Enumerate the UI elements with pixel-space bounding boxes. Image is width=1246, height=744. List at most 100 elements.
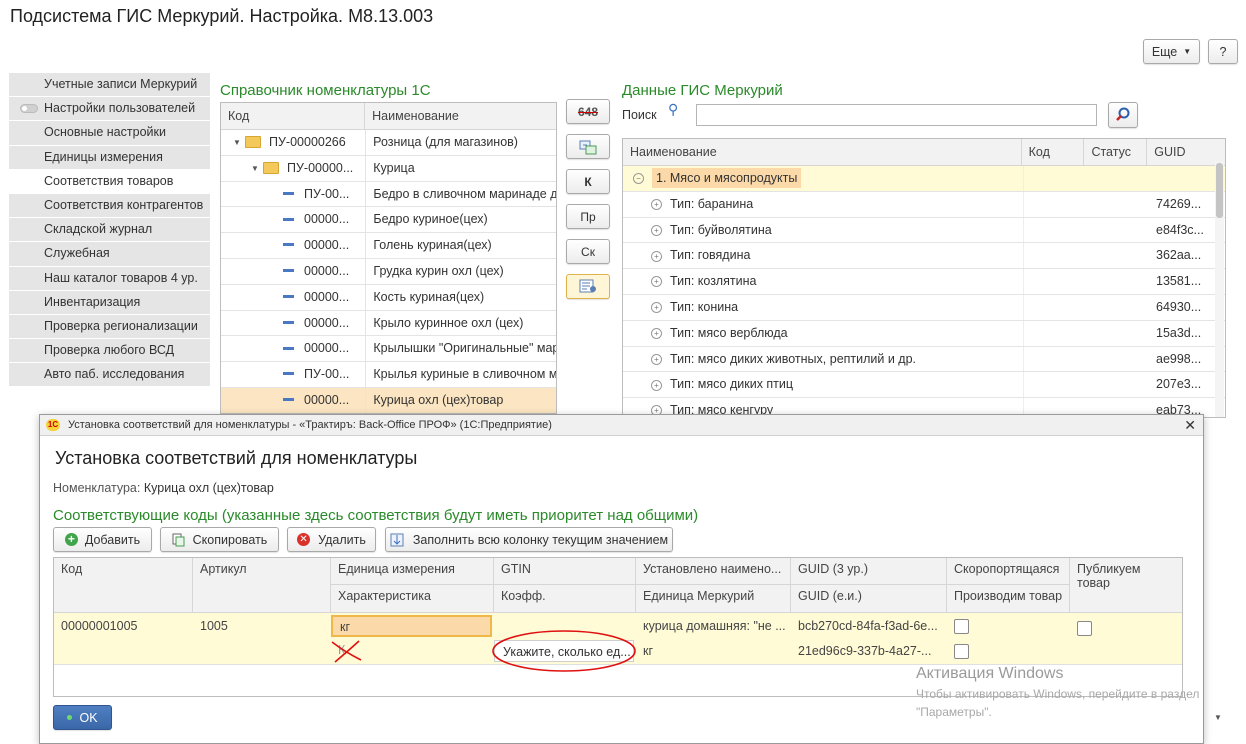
col-perishable-header: Скоропортящаяся — [954, 562, 1060, 576]
table-row[interactable]: 00000... Бедро куриное(цех) — [221, 207, 556, 234]
row-name-cell: + Тип: говядина — [623, 243, 1023, 268]
table-row[interactable]: ПУ-00... Бедро в сливочном маринаде д — [221, 181, 556, 208]
expand-icon[interactable]: ▼ — [233, 130, 245, 155]
sidebar-item[interactable]: Основные настройки — [9, 121, 210, 146]
copy-button[interactable]: Скопировать — [160, 527, 279, 552]
row-name: Крыло куринное охл (цех) — [365, 310, 556, 336]
close-icon[interactable]: ✕ — [1184, 415, 1196, 435]
expand-icon[interactable]: + — [651, 276, 662, 288]
row-name-cell: + Тип: мясо диких птиц — [623, 372, 1023, 397]
row-name-cell: + Тип: мясо верблюда — [623, 321, 1023, 346]
fill-column-button[interactable]: Заполнить всю колонку текущим значением — [385, 527, 673, 552]
table-row[interactable]: 00000... Кость куриная(цех) — [221, 284, 556, 311]
sidebar-item[interactable]: Наш каталог товаров 4 ур. — [9, 266, 210, 291]
perishable-checkbox[interactable] — [954, 619, 969, 634]
row-name: Курица — [365, 155, 556, 181]
collapse-icon[interactable]: − — [633, 173, 644, 185]
table-row[interactable]: ПУ-00... Крылья куриные в сливочном ма — [221, 362, 556, 388]
k-button[interactable]: К — [566, 169, 610, 194]
table-row[interactable]: + Тип: мясо верблюда 15a3d... — [623, 320, 1225, 347]
expand-icon[interactable]: + — [651, 327, 662, 339]
sidebar-item[interactable]: Настройки пользователей — [9, 97, 210, 122]
ok-label: OK — [79, 710, 98, 725]
table-row[interactable]: ▼ ПУ-00000... Курица — [221, 155, 556, 182]
list-settings-button[interactable] — [566, 274, 610, 299]
ok-dot-icon — [67, 715, 73, 720]
row-name-cell: + Тип: буйволятина — [623, 218, 1023, 243]
exchange-button[interactable] — [566, 134, 610, 159]
table-row[interactable]: + Тип: конина 64930... — [623, 294, 1225, 321]
expand-icon[interactable]: + — [651, 379, 662, 391]
expand-icon[interactable]: ▼ — [251, 156, 263, 181]
row-name: Крылья куриные в сливочном ма — [365, 362, 556, 387]
col-code-header: Код — [221, 103, 366, 129]
sidebar-item[interactable]: Проверка регионализации — [9, 314, 210, 340]
1c-logo: 1С — [46, 419, 60, 431]
table-row[interactable]: 00000... Грудка курин охл (цех) — [221, 258, 556, 285]
table-row[interactable]: ▼ ПУ-00000266 Розница (для магазинов) — [221, 130, 556, 156]
table-row[interactable]: + Тип: баранина 74269... — [623, 191, 1225, 218]
search-input[interactable] — [696, 104, 1097, 126]
sk-button[interactable]: Ск — [566, 239, 610, 264]
expand-icon[interactable]: + — [651, 302, 662, 314]
sidebar-item[interactable]: Проверка любого ВСД — [9, 339, 210, 364]
copy-label: Скопировать — [192, 532, 268, 547]
expand-icon[interactable]: + — [651, 353, 662, 365]
item-icon — [283, 217, 294, 221]
expand-icon[interactable]: + — [651, 250, 662, 262]
publish-checkbox[interactable] — [1077, 621, 1092, 636]
col-gtin-header: GTIN — [501, 562, 531, 576]
table-row[interactable]: 00000... Курица охл (цех)товар — [221, 387, 556, 413]
sidebar-item[interactable]: Единицы измерения — [9, 145, 210, 170]
sidebar-item[interactable]: Складской журнал — [9, 218, 210, 243]
add-button[interactable]: + Добавить — [53, 527, 152, 552]
table-row[interactable]: 00000... Крылышки "Оригинальные" мар — [221, 336, 556, 363]
chevron-down-icon: ▼ — [1183, 47, 1192, 56]
scrollbar[interactable] — [1215, 161, 1224, 417]
table-row[interactable]: −1. Мясо и мясопродукты — [623, 166, 1225, 192]
row-name: Кость куриная(цех) — [365, 284, 556, 310]
row-guid: 74269... — [1156, 196, 1202, 211]
scrollbar-thumb[interactable] — [1216, 163, 1223, 218]
row-name-cell: + Тип: конина — [623, 295, 1023, 320]
sidebar-item-label: Единицы измерения — [44, 149, 163, 164]
item-icon — [283, 372, 294, 376]
table-row[interactable]: + Тип: козлятина 13581... — [623, 269, 1225, 295]
scroll-down-icon[interactable]: ▼ — [1214, 713, 1222, 722]
pr-button[interactable]: Пр — [566, 204, 610, 229]
sidebar-item[interactable]: Инвентаризация — [9, 290, 210, 315]
col-coef-header: Коэфф. — [501, 589, 546, 603]
col-unit-header: Единица измерения — [338, 562, 455, 576]
ok-button[interactable]: OK — [53, 705, 112, 730]
help-button[interactable]: ? — [1208, 39, 1238, 64]
sidebar-item[interactable]: Соответствия контрагентов — [9, 193, 210, 219]
sidebar-item[interactable]: Соответствия товаров — [9, 169, 210, 194]
table-row[interactable]: + Тип: мясо диких птиц 207e3... — [623, 372, 1225, 399]
row-unit-field[interactable]: кг — [331, 615, 492, 637]
col-status-header: Статус — [1084, 139, 1148, 165]
row-code: 00000... — [304, 341, 350, 356]
col-characteristic-header: Характеристика — [338, 589, 431, 603]
table-row[interactable]: 00000... Голень куриная(цех) — [221, 233, 556, 259]
search-button[interactable] — [1108, 102, 1138, 128]
sidebar-item[interactable]: Учетные записи Меркурий — [9, 73, 210, 98]
row-code: 00000001005 — [61, 619, 138, 633]
more-button[interactable]: Еще ▼ — [1143, 39, 1200, 64]
table-row[interactable]: + Тип: говядина 362aa... — [623, 243, 1225, 270]
produce-checkbox[interactable] — [954, 644, 969, 659]
row-code-cell: 00000... — [221, 388, 365, 413]
item-icon — [283, 320, 294, 324]
sidebar-item[interactable]: Служебная — [9, 242, 210, 267]
count-button[interactable]: 648 — [566, 99, 610, 124]
delete-label: Удалить — [318, 532, 366, 547]
col-setname-header: Установлено наимено... — [643, 562, 782, 576]
delete-button[interactable]: ✕ Удалить — [287, 527, 376, 552]
expand-icon[interactable]: + — [651, 199, 662, 210]
row-name-cell: + Тип: козлятина — [623, 269, 1023, 294]
expand-icon[interactable]: + — [651, 224, 662, 236]
row-guid: e84f3c... — [1156, 222, 1204, 237]
table-row[interactable]: + Тип: мясо диких животных, рептилий и др… — [623, 346, 1225, 373]
sidebar-item[interactable]: Авто паб. исследования — [9, 363, 210, 388]
table-row[interactable]: + Тип: буйволятина e84f3c... — [623, 217, 1225, 244]
table-row[interactable]: 00000... Крыло куринное охл (цех) — [221, 310, 556, 337]
